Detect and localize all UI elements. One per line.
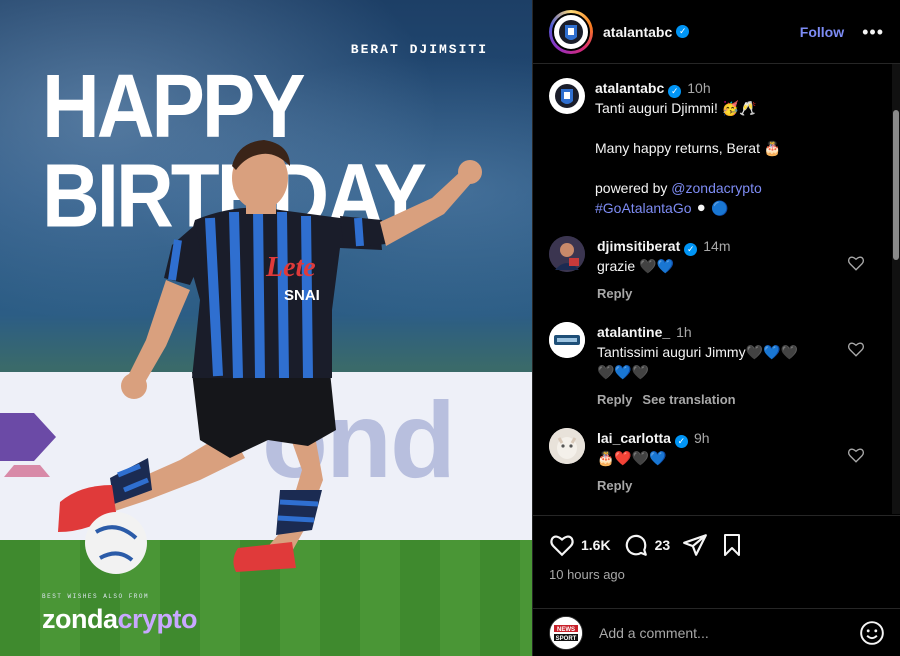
like-comment-heart-icon[interactable] bbox=[847, 340, 865, 358]
sponsor-brand-part-a: zonda bbox=[42, 604, 118, 634]
caption-body: atalantabc ✓ 10h Tanti auguri Djimmi! 🥳🥂 M… bbox=[595, 78, 885, 218]
caption-emoji: ⚫ 🔵 bbox=[691, 200, 729, 216]
mention-link[interactable]: @zondacrypto bbox=[671, 180, 761, 196]
author-avatar[interactable] bbox=[549, 9, 593, 54]
bookmark-icon bbox=[724, 534, 741, 556]
comment-time: 1h bbox=[676, 324, 692, 340]
comment-item: atalantine_ 1h Tantissimi auguri Jimmy🖤💙🖤… bbox=[549, 322, 893, 410]
follow-button[interactable]: Follow bbox=[800, 24, 844, 40]
scrollbar-thumb[interactable] bbox=[893, 110, 899, 260]
reply-button[interactable]: Reply bbox=[597, 392, 632, 407]
comment-item: lai_carlotta ✓ 9h 🎂❤️🖤💙 Reply bbox=[549, 428, 893, 496]
verified-badge-icon: ✓ bbox=[676, 25, 690, 38]
svg-text:NEWS: NEWS bbox=[557, 627, 575, 633]
post-header: atalantabc ✓ Follow ••• bbox=[533, 0, 900, 64]
comment-avatar[interactable] bbox=[549, 322, 585, 358]
comment-body: lai_carlotta ✓ 9h 🎂❤️🖤💙 Reply bbox=[597, 428, 847, 496]
comment-text-line-2: 🖤💙🖤 bbox=[597, 364, 650, 380]
comment-button[interactable]: 23 bbox=[623, 532, 671, 558]
atalanta-logo bbox=[552, 12, 590, 51]
comment-username[interactable]: atalantine_ bbox=[597, 324, 670, 340]
caption-avatar[interactable] bbox=[549, 78, 585, 114]
more-options-icon[interactable]: ••• bbox=[862, 23, 884, 41]
add-comment-bar: NEWS SPORT Add a comment... bbox=[533, 608, 900, 656]
post-image[interactable]: ond BERAT DJIMSITI HAPPY BIRTHDAY Lete S… bbox=[0, 0, 532, 656]
post-actions: 1.6K 23 10 hours ago bbox=[533, 515, 900, 582]
send-icon bbox=[683, 534, 708, 556]
share-button[interactable] bbox=[682, 532, 708, 558]
comment-item: djimsitiberat ✓ 14m grazie 🖤💙 Reply bbox=[549, 236, 893, 304]
verified-badge-icon: ✓ bbox=[668, 85, 682, 98]
save-button[interactable] bbox=[720, 533, 744, 557]
instagram-post-modal: ond BERAT DJIMSITI HAPPY BIRTHDAY Lete S… bbox=[0, 0, 900, 656]
svg-text:SPORT: SPORT bbox=[556, 636, 577, 642]
comments-scroll-area[interactable]: atalantabc ✓ 10h Tanti auguri Djimmi! 🥳🥂 M… bbox=[533, 64, 893, 514]
comment-icon bbox=[625, 534, 647, 556]
comments-scrollbar[interactable] bbox=[892, 64, 900, 514]
reply-button[interactable]: Reply bbox=[597, 286, 632, 301]
sponsor-brand: zondacrypto bbox=[42, 604, 198, 635]
like-button[interactable]: 1.6K bbox=[549, 532, 611, 558]
caption-line-3: powered by @zondacrypto bbox=[595, 178, 885, 198]
post-timestamp[interactable]: 10 hours ago bbox=[549, 567, 885, 582]
player-illustration: Lete SNAI bbox=[58, 140, 482, 574]
shirt-sponsor-text: Lete bbox=[265, 252, 316, 283]
caption-username[interactable]: atalantabc bbox=[595, 80, 664, 96]
post-caption: atalantabc ✓ 10h Tanti auguri Djimmi! 🥳🥂 M… bbox=[549, 78, 893, 218]
post-side-panel: atalantabc ✓ Follow ••• atalantabc ✓ 10h T… bbox=[532, 0, 900, 656]
hashtag-link[interactable]: #GoAtalantaGo bbox=[595, 200, 692, 216]
comment-username[interactable]: lai_carlotta bbox=[597, 430, 671, 446]
caption-line-4: #GoAtalantaGo ⚫ 🔵 bbox=[595, 198, 885, 218]
caption-line-2: Many happy returns, Berat 🎂 bbox=[595, 140, 782, 156]
comment-avatar[interactable] bbox=[549, 428, 585, 464]
emoji-icon[interactable] bbox=[859, 620, 885, 646]
add-comment-input[interactable]: Add a comment... bbox=[599, 625, 709, 641]
comment-avatar[interactable] bbox=[549, 236, 585, 272]
caption-time: 10h bbox=[687, 80, 711, 96]
like-count[interactable]: 1.6K bbox=[581, 537, 611, 553]
sponsor-note: BEST WISHES ALSO FROM bbox=[42, 593, 150, 600]
author-username[interactable]: atalantabc bbox=[603, 24, 672, 40]
comment-text: 🎂❤️🖤💙 bbox=[597, 450, 667, 466]
sponsor-brand-part-b: crypto bbox=[117, 604, 198, 634]
current-user-avatar: NEWS SPORT bbox=[549, 615, 583, 650]
like-comment-heart-icon[interactable] bbox=[847, 254, 865, 272]
see-translation-button[interactable]: See translation bbox=[642, 392, 735, 407]
comment-username[interactable]: djimsitiberat bbox=[597, 238, 680, 254]
comment-count: 23 bbox=[654, 537, 671, 553]
comment-time: 14m bbox=[703, 238, 731, 254]
comment-body: atalantine_ 1h Tantissimi auguri Jimmy🖤💙🖤… bbox=[597, 322, 847, 410]
caption-line-1: Tanti auguri Djimmi! 🥳🥂 bbox=[595, 100, 757, 116]
comment-text: Tantissimi auguri Jimmy🖤💙🖤 bbox=[597, 344, 798, 360]
like-comment-heart-icon[interactable] bbox=[847, 446, 865, 464]
caption-powered-by: powered by bbox=[595, 180, 672, 196]
comment-text: grazie 🖤💙 bbox=[597, 258, 674, 274]
heart-icon bbox=[550, 535, 574, 557]
comment-body: djimsitiberat ✓ 14m grazie 🖤💙 Reply bbox=[597, 236, 847, 304]
reply-button[interactable]: Reply bbox=[597, 478, 632, 493]
shirt-sub-text: SNAI bbox=[284, 287, 320, 304]
comment-time: 9h bbox=[693, 430, 710, 446]
verified-badge-icon: ✓ bbox=[684, 243, 698, 256]
verified-badge-icon: ✓ bbox=[674, 435, 688, 448]
player-name-label: BERAT DJIMSITI bbox=[350, 42, 488, 57]
